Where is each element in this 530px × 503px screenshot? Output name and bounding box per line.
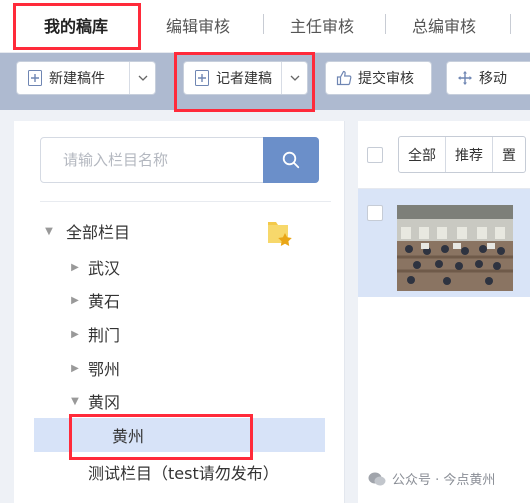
search-button[interactable] — [263, 137, 319, 183]
thumbs-up-icon — [336, 70, 352, 86]
caret-down-icon[interactable]: ▼ — [70, 396, 80, 407]
chevron-down-icon — [290, 75, 299, 81]
tree-item-huangshi[interactable]: ▶ 黄石 — [14, 283, 345, 317]
tab-chief-editor-review[interactable]: 总编审核 — [412, 13, 476, 37]
caret-right-icon[interactable]: ▶ — [70, 295, 80, 306]
column-search-input[interactable] — [41, 138, 263, 182]
new-draft-label: 新建稿件 — [49, 71, 105, 87]
tree-item-label: 测试栏目（test请勿发布） — [88, 464, 279, 483]
toolbar: 新建稿件 记者建稿 提交审核 移动 — [0, 53, 530, 110]
column-tree-panel: ▼ 全部栏目 ▶ 武汉 ▶ 黄石 ▶ 荆门 ▶ 鄂州 ▼ 黄冈 黄州 测试栏目（… — [14, 121, 345, 503]
filter-all[interactable]: 全部 — [399, 137, 446, 172]
watermark: 公众号 · 今点黄州 — [368, 469, 495, 488]
tree-item-ezhou[interactable]: ▶ 鄂州 — [14, 351, 345, 385]
row-checkbox[interactable] — [367, 205, 383, 221]
caret-right-icon[interactable]: ▶ — [70, 363, 80, 374]
tree-item-label: 武汉 — [88, 259, 121, 278]
tree-item-test-column[interactable]: 测试栏目（test请勿发布） — [14, 455, 345, 489]
folder-star-icon[interactable] — [266, 218, 294, 252]
tree-item-label: 荆门 — [88, 326, 121, 345]
tab-my-drafts[interactable]: 我的稿库 — [44, 13, 108, 37]
submit-review-label: 提交审核 — [358, 71, 414, 87]
tree-root-all-columns[interactable]: ▼ 全部栏目 — [14, 214, 345, 248]
reporter-draft-label: 记者建稿 — [216, 71, 272, 87]
divider — [40, 201, 331, 202]
list-filter-group: 全部 推荐 置 — [398, 136, 526, 173]
tree-item-label: 黄州 — [112, 427, 145, 446]
column-search-box — [40, 137, 319, 183]
caret-right-icon[interactable]: ▶ — [70, 329, 80, 340]
chevron-down-icon — [138, 75, 147, 81]
new-draft-dropdown[interactable] — [129, 62, 155, 94]
reporter-draft-dropdown[interactable] — [281, 62, 307, 94]
tab-divider — [510, 14, 511, 34]
tree-item-label: 鄂州 — [88, 360, 121, 379]
tab-divider — [263, 14, 264, 34]
caret-down-icon[interactable]: ▼ — [44, 226, 54, 237]
tree-item-label: 黄冈 — [88, 393, 121, 412]
tree-root-label: 全部栏目 — [66, 223, 131, 242]
caret-right-icon[interactable]: ▶ — [70, 262, 80, 273]
move-button[interactable]: 移动 — [446, 61, 530, 95]
draft-thumbnail-image[interactable] — [397, 205, 513, 291]
watermark-text: 公众号 · 今点黄州 — [392, 473, 496, 488]
tree-item-wuhan[interactable]: ▶ 武汉 — [14, 250, 345, 284]
submit-review-button[interactable]: 提交审核 — [325, 61, 432, 95]
new-draft-button[interactable]: 新建稿件 — [16, 61, 156, 95]
tree-item-huangzhou[interactable]: 黄州 — [34, 418, 325, 452]
add-file-icon — [194, 70, 210, 86]
reporter-draft-button[interactable]: 记者建稿 — [183, 61, 308, 95]
add-file-icon — [27, 70, 43, 86]
tab-director-review[interactable]: 主任审核 — [290, 13, 354, 37]
draft-list-panel: 全部 推荐 置 — [358, 121, 530, 503]
tree-item-jingmen[interactable]: ▶ 荆门 — [14, 317, 345, 351]
top-tab-bar: 我的稿库 编辑审核 主任审核 总编审核 — [0, 0, 530, 53]
list-header: 全部 推荐 置 — [358, 121, 530, 189]
tab-editor-review[interactable]: 编辑审核 — [166, 13, 230, 37]
filter-recommended[interactable]: 推荐 — [446, 137, 493, 172]
move-icon — [457, 70, 473, 86]
tree-item-huanggang[interactable]: ▼ 黄冈 — [14, 384, 345, 418]
filter-pinned[interactable]: 置 — [493, 137, 525, 172]
tree-item-label: 黄石 — [88, 292, 121, 311]
tab-divider — [385, 14, 386, 34]
move-label: 移动 — [479, 71, 507, 87]
search-icon — [282, 151, 300, 169]
select-all-checkbox[interactable] — [367, 147, 383, 163]
wechat-icon — [368, 472, 386, 485]
